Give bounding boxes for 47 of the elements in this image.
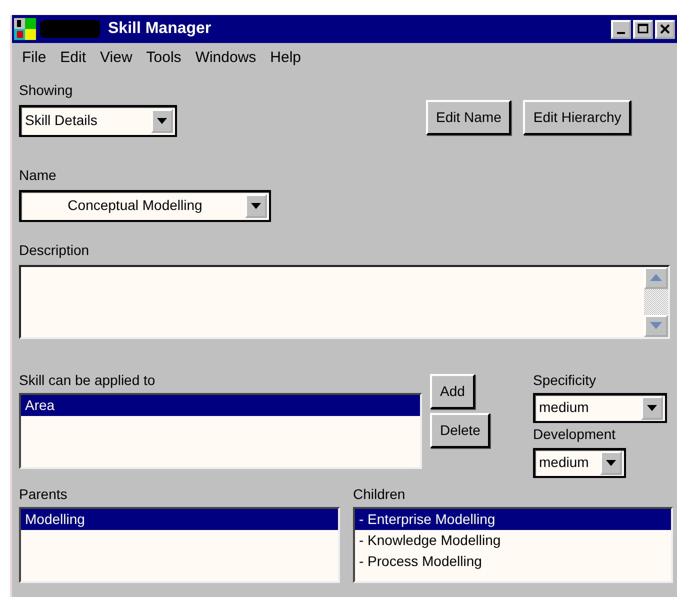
menu-item[interactable]: View xyxy=(100,47,132,70)
dropdown-arrow-icon xyxy=(157,118,167,124)
dropdown-arrow-icon xyxy=(251,202,261,208)
redacted-mark xyxy=(40,20,100,38)
list-box[interactable]: Area xyxy=(19,392,422,468)
minimize-button[interactable] xyxy=(611,20,631,38)
maximize-button[interactable] xyxy=(633,20,653,38)
field-label: Specificity xyxy=(533,370,596,390)
list-item[interactable]: - Knowledge Modelling xyxy=(355,530,671,550)
field-label: Parents xyxy=(19,484,68,504)
list-item[interactable]: Area xyxy=(21,394,420,416)
scrollbar[interactable] xyxy=(644,266,668,336)
delete-button[interactable]: Delete xyxy=(430,412,490,448)
edit-name-button[interactable]: Edit Name xyxy=(426,100,512,134)
specificity-dropdown[interactable]: medium xyxy=(533,393,667,423)
field-label: Skill can be applied to xyxy=(19,370,156,390)
field-label: Description xyxy=(19,240,90,260)
field-label: Development xyxy=(533,425,616,444)
dropdown-arrow-icon xyxy=(647,404,657,411)
list-box[interactable]: - Enterprise Modelling - Knowledge Modelling - Process Modelling xyxy=(353,506,673,582)
close-icon xyxy=(659,23,671,35)
showing-dropdown[interactable]: Skill Details xyxy=(19,104,177,136)
window-title: Skill Manager xyxy=(108,19,212,39)
description-field[interactable] xyxy=(19,264,670,338)
list-item[interactable]: - Enterprise Modelling xyxy=(355,508,671,530)
scroll-up-icon xyxy=(650,274,662,281)
development-dropdown[interactable]: medium xyxy=(533,448,626,478)
menu-item[interactable]: Edit xyxy=(60,47,86,70)
field-label: Showing xyxy=(19,80,74,100)
name-dropdown[interactable]: Conceptual Modelling xyxy=(19,190,271,222)
field-label: Children xyxy=(353,484,406,504)
add-button[interactable]: Add xyxy=(430,374,475,408)
list-item[interactable]: Modelling xyxy=(21,508,338,530)
minimize-icon xyxy=(615,32,627,34)
edit-hierarchy-button[interactable]: Edit Hierarchy xyxy=(523,100,632,134)
menu-item[interactable]: Help xyxy=(270,47,302,70)
field-label: Name xyxy=(19,166,56,184)
app-icon xyxy=(14,18,36,40)
list-item[interactable]: - Process Modelling xyxy=(355,550,671,572)
maximize-icon xyxy=(637,23,649,35)
menu-item[interactable]: Tools xyxy=(146,47,182,70)
list-box[interactable]: Modelling xyxy=(19,506,340,582)
scroll-down-icon xyxy=(650,322,662,329)
dropdown-arrow-icon xyxy=(606,460,616,466)
menu-item[interactable]: Windows xyxy=(195,47,256,70)
menu-item[interactable]: File xyxy=(22,47,46,70)
close-button[interactable] xyxy=(655,20,675,38)
